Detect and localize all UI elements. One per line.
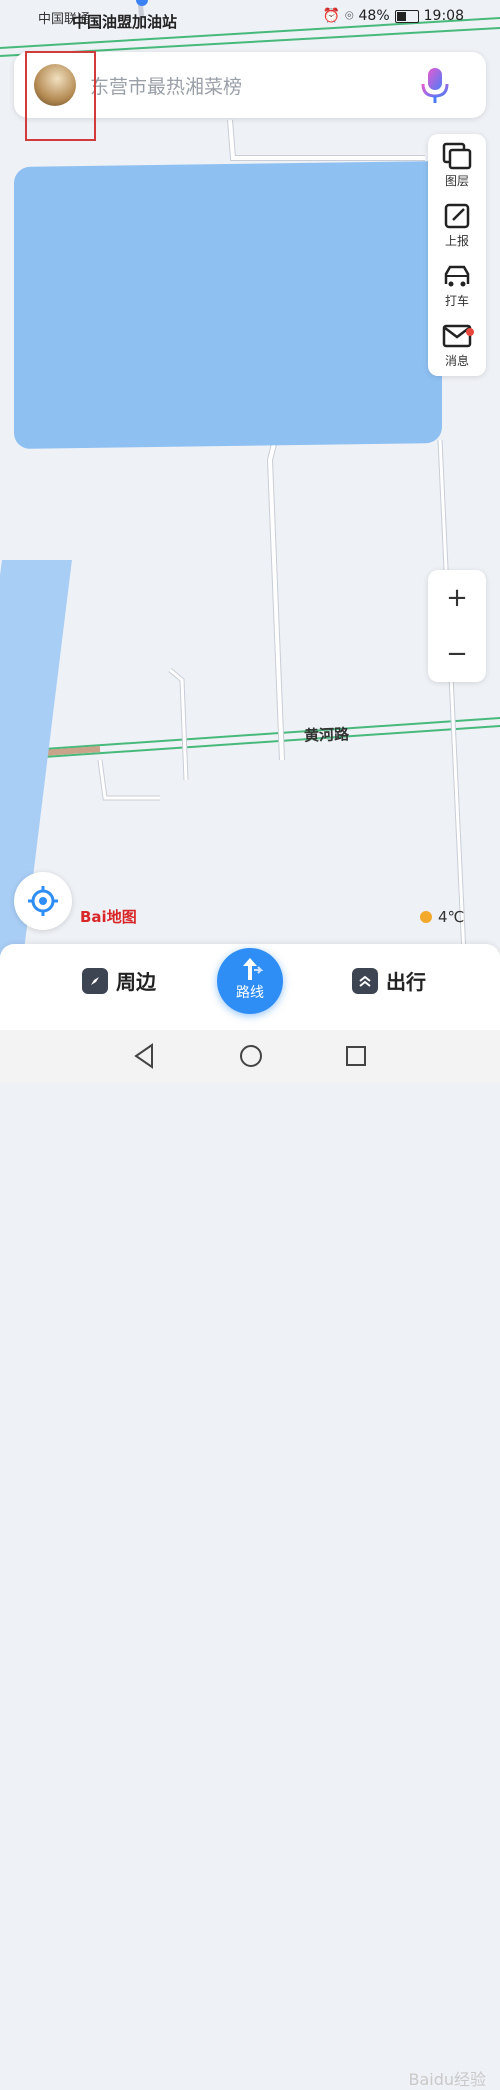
poi-pin-icon[interactable]	[136, 0, 148, 6]
sun-icon	[420, 911, 432, 923]
nearby-button[interactable]: 周边	[82, 966, 156, 995]
nearby-label: 周边	[116, 970, 156, 994]
unread-badge	[466, 328, 474, 336]
recents-icon[interactable]	[344, 1042, 368, 1070]
layers-label: 图层	[444, 174, 469, 188]
chevron-up-icon	[352, 967, 378, 994]
road-label-huanghe: 黄河路	[303, 725, 350, 745]
taxi-icon	[444, 265, 470, 287]
microphone-icon[interactable]	[416, 66, 454, 106]
location-icon: ⌾	[345, 8, 354, 24]
taxi-label: 打车	[444, 294, 469, 308]
status-indicators: ⏰ ⌾ 48% 19:08	[323, 8, 464, 24]
messages-button[interactable]: 消息	[428, 316, 486, 372]
taxi-button[interactable]: 打车	[428, 256, 486, 312]
search-input[interactable]: 东营市最热湘菜榜	[90, 72, 242, 99]
lake-area	[14, 161, 442, 449]
map-toolbar: 图层 上报 打车 消息	[428, 134, 486, 376]
annotation-highlight-box	[25, 51, 96, 141]
alarm-icon: ⏰	[322, 8, 341, 24]
travel-button[interactable]: 出行	[352, 966, 426, 995]
watermark: Baidu经验	[408, 2070, 486, 2089]
route-arrow-icon	[243, 958, 264, 980]
battery-percent: 48%	[358, 8, 390, 24]
route-label: 路线	[236, 985, 264, 1001]
status-bar: 中国联通 中国油盟加油站 ⏰ ⌾ 48% 19:08	[0, 0, 500, 34]
zoom-out-button[interactable]: −	[428, 626, 486, 682]
compass-icon	[82, 967, 108, 994]
zoom-control: + −	[428, 570, 486, 682]
route-button[interactable]: 路线	[217, 948, 283, 1014]
report-button[interactable]: 上报	[428, 196, 486, 252]
mail-icon	[442, 324, 472, 348]
back-icon[interactable]	[132, 1042, 156, 1070]
report-label: 上报	[444, 234, 469, 248]
layers-icon	[442, 142, 472, 170]
battery-icon	[394, 9, 419, 23]
baidu-map-logo: Bai地图	[80, 908, 137, 926]
travel-label: 出行	[386, 970, 426, 994]
edit-icon	[444, 203, 470, 229]
weather-widget[interactable]: 4℃	[420, 908, 464, 926]
clock: 19:08	[423, 8, 464, 24]
home-icon[interactable]	[238, 1042, 264, 1070]
zoom-in-button[interactable]: +	[428, 570, 486, 626]
messages-label: 消息	[444, 354, 469, 368]
poi-label[interactable]: 中国油盟加油站	[72, 11, 177, 32]
crosshair-icon	[28, 886, 58, 916]
locate-button[interactable]	[14, 872, 72, 930]
system-nav-bar: Baidu经验	[0, 1030, 500, 2089]
layers-button[interactable]: 图层	[428, 136, 486, 192]
temperature: 4℃	[438, 908, 465, 926]
